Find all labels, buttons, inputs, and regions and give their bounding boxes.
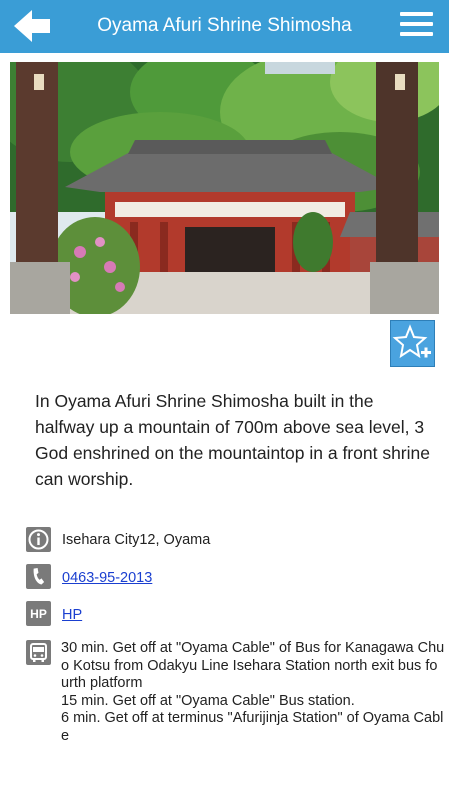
address-text: Isehara City12, Oyama	[62, 532, 211, 548]
phone-icon	[33, 567, 45, 585]
star-plus-icon	[392, 324, 431, 359]
access-line: 15 min. Get off at "Oyama Cable" Bus sta…	[61, 692, 355, 709]
back-button[interactable]	[12, 8, 54, 44]
app-header: Oyama Afuri Shrine Shimosha	[0, 0, 449, 53]
shrine-photo	[10, 62, 439, 314]
page-title: Oyama Afuri Shrine Shimosha	[97, 15, 352, 36]
add-favorite-button[interactable]	[390, 320, 435, 367]
access-row-icon	[26, 640, 51, 665]
arrow-left-icon	[14, 10, 50, 42]
homepage-row-icon: HP	[26, 601, 51, 626]
hamburger-menu-icon	[400, 12, 433, 36]
homepage-icon-label: HP	[30, 607, 47, 621]
spot-detail-screen: Oyama Afuri Shrine Shimosha In Oyama Afu…	[0, 0, 449, 800]
info-icon	[28, 529, 49, 550]
phone-link[interactable]: 0463-95-2013	[62, 570, 152, 587]
address-row-icon	[26, 527, 51, 552]
bus-icon	[30, 643, 47, 662]
access-line: 30 min. Get off at "Oyama Cable" of Bus …	[61, 640, 445, 691]
access-line: 6 min. Get off at terminus "Afurijinja S…	[61, 710, 444, 744]
homepage-link[interactable]: HP	[62, 607, 82, 624]
spot-description: In Oyama Afuri Shrine Shimosha built in …	[35, 391, 430, 489]
access-directions: 30 min. Get off at "Oyama Cable" of Bus …	[61, 640, 445, 745]
phone-row-icon	[26, 564, 51, 589]
menu-button[interactable]	[400, 12, 433, 40]
homepage-icon: HP	[30, 607, 47, 621]
